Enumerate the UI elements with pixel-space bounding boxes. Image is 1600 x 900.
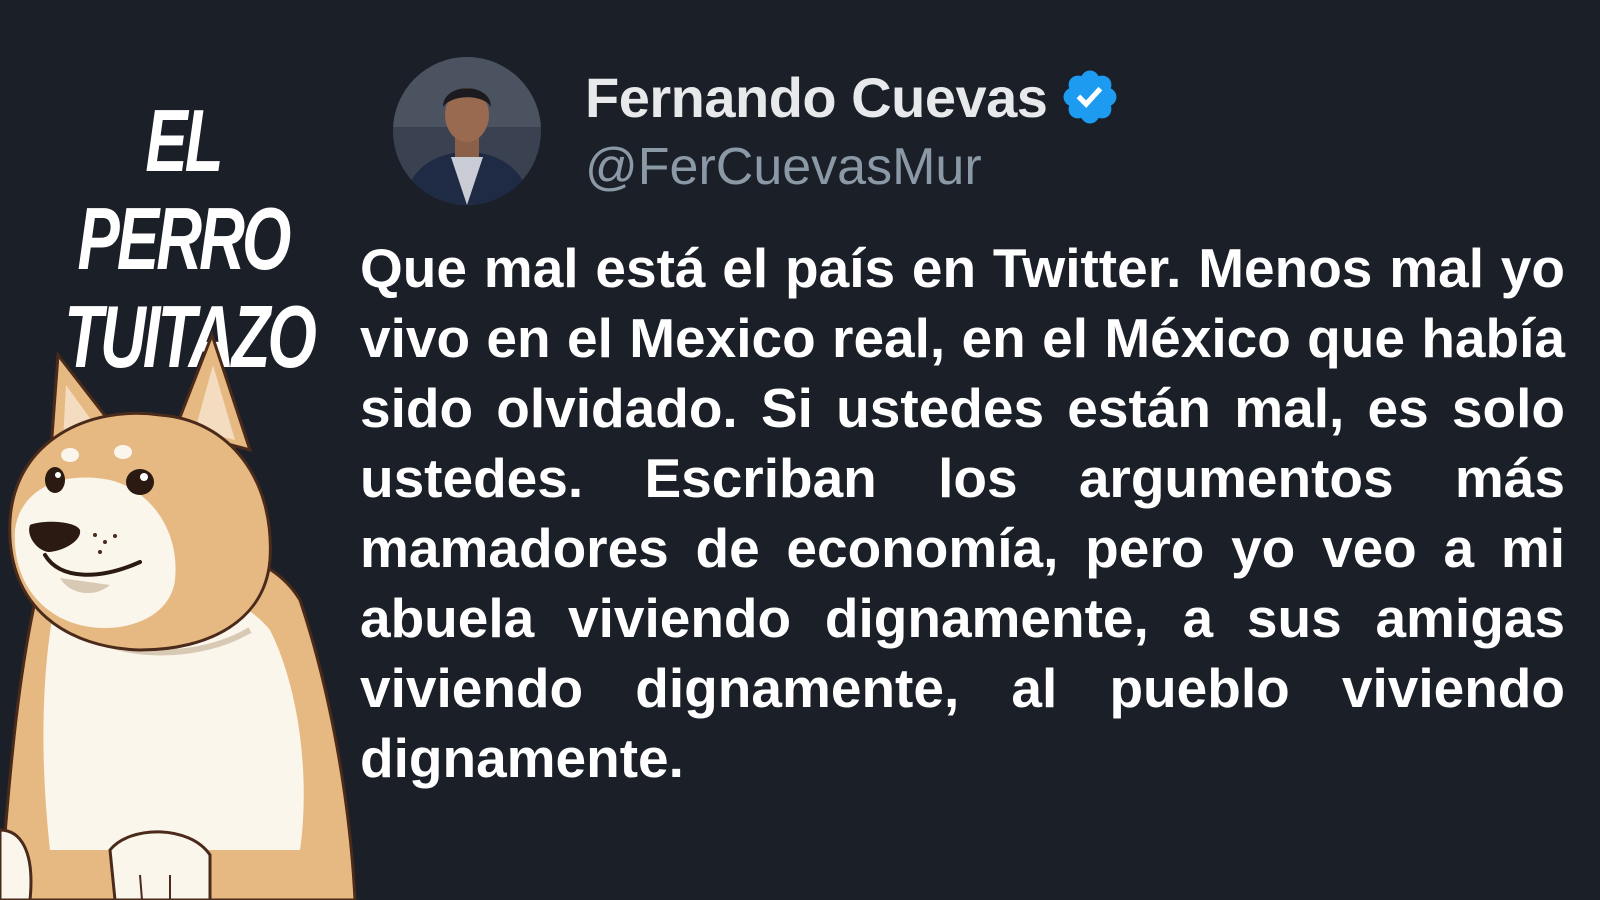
tweet-text: Que mal está el país en Twitter. Menos m…	[360, 237, 1565, 789]
profile-avatar[interactable]	[393, 57, 541, 205]
brand-line-1: EL PERRO	[77, 91, 292, 288]
profile-handle[interactable]: @FerCuevasMur	[585, 137, 982, 197]
profile-name[interactable]: Fernando Cuevas	[585, 65, 1048, 130]
profile-name-row: Fernando Cuevas	[585, 62, 1121, 132]
verified-badge-icon	[1063, 70, 1117, 124]
avatar-photo-icon	[393, 57, 541, 205]
shiba-dog-illustration	[0, 330, 357, 900]
